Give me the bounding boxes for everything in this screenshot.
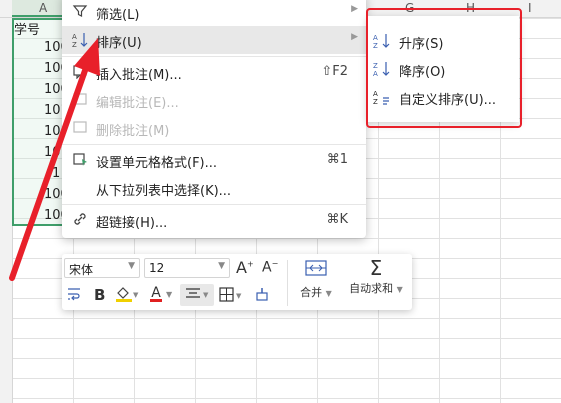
sigma-icon: Σ: [369, 256, 383, 280]
svg-text:Z: Z: [72, 41, 77, 49]
borders-button[interactable]: ▼: [218, 286, 246, 308]
svg-text:▼: ▼: [203, 291, 209, 299]
autosum-button[interactable]: Σ 自动求和 ▼: [344, 258, 408, 296]
wrap-text-icon: [68, 288, 80, 301]
menu-item-delete-comment[interactable]: 删除批注(M): [62, 114, 366, 142]
column-i-label: I: [528, 1, 532, 15]
svg-text:▼: ▼: [236, 292, 242, 300]
insert-comment-icon: [71, 63, 89, 81]
chevron-down-icon: ▼: [396, 285, 403, 294]
fill-color-button[interactable]: ▼: [114, 285, 140, 307]
menu-separator: [62, 56, 366, 57]
align-center-icon: ▼: [186, 288, 209, 299]
grow-font-button[interactable]: A+: [236, 258, 254, 277]
column-a-label: A: [39, 1, 48, 15]
shortcut-label: ⌘K: [326, 212, 348, 227]
menu-item-pick-from-list[interactable]: 从下拉列表中选择(K)...: [62, 174, 366, 202]
menu-separator: [62, 204, 366, 205]
chevron-right-icon: ▶: [351, 4, 358, 14]
chevron-right-icon: ▶: [351, 32, 358, 42]
wrap-text-button[interactable]: [66, 286, 82, 306]
chevron-down-icon: ▼: [128, 261, 135, 271]
align-center-button[interactable]: ▼: [180, 284, 214, 306]
format-painter-button[interactable]: [254, 286, 270, 306]
menu-item-format-cells[interactable]: 设置单元格格式(F)... ⌘1: [62, 146, 366, 174]
chevron-down-icon: ▼: [325, 289, 332, 298]
delete-comment-icon: [71, 119, 89, 137]
shrink-font-button[interactable]: A−: [262, 259, 278, 276]
sort-icon: AZ: [71, 31, 89, 49]
plus-icon: +: [246, 259, 254, 269]
font-name-select[interactable]: 宋体 ▼: [64, 258, 140, 278]
bold-button[interactable]: B: [94, 286, 105, 304]
shortcut-label: ⇧F2: [321, 64, 348, 79]
floating-format-toolbar: 宋体 ▼ 12 ▼ A+ A− B ▼ A ▼ ▼ ▼ 合并 ▼ Σ 自动求和 …: [62, 254, 412, 310]
cell-value[interactable]: 1: [52, 166, 60, 181]
minus-icon: −: [271, 259, 279, 268]
font-size-select[interactable]: 12 ▼: [144, 258, 230, 278]
menu-item-sort[interactable]: AZ 排序(U) ▶: [62, 26, 366, 54]
paint-bucket-icon: ▼: [116, 287, 139, 302]
toolbar-separator: [287, 260, 288, 306]
hyperlink-icon: [71, 211, 89, 229]
shortcut-label: ⌘1: [326, 152, 348, 167]
menu-item-edit-comment[interactable]: 编辑批注(E)...: [62, 86, 366, 114]
filter-icon: [71, 3, 89, 21]
merge-button[interactable]: 合并 ▼: [296, 258, 336, 300]
chevron-down-icon: ▼: [166, 290, 173, 299]
menu-item-filter[interactable]: 筛选(L) ▶: [62, 0, 366, 26]
svg-text:A: A: [72, 33, 77, 41]
edit-comment-icon: [71, 91, 89, 109]
menu-item-insert-comment[interactable]: 插入批注(M)... ⇧F2: [62, 58, 366, 86]
format-cells-icon: [71, 151, 89, 169]
svg-text:▼: ▼: [133, 291, 139, 299]
borders-icon: ▼: [219, 287, 242, 302]
context-menu: 筛选(L) ▶ AZ 排序(U) ▶ 插入批注(M)... ⇧F2 编辑批注(E…: [62, 0, 366, 238]
format-painter-icon: [256, 288, 268, 301]
header-cell[interactable]: 学号: [14, 19, 40, 38]
chevron-down-icon: ▼: [218, 261, 225, 271]
annotation-highlight-box: [366, 8, 522, 128]
merge-cells-icon: [305, 260, 327, 276]
font-color-button[interactable]: A ▼: [150, 285, 172, 302]
menu-item-hyperlink[interactable]: 超链接(H)... ⌘K: [62, 206, 366, 234]
menu-separator: [62, 144, 366, 145]
